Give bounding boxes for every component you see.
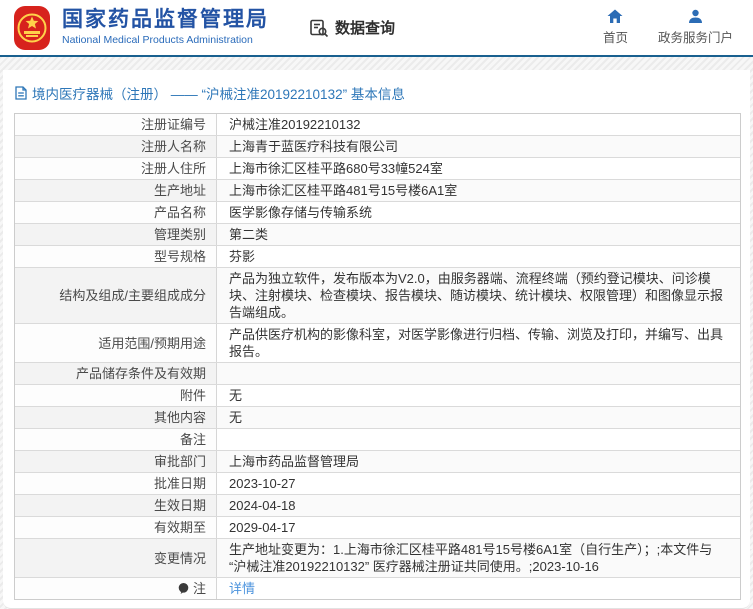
agency-brand: 国家药品监督管理局 National Medical Products Admi… <box>62 8 269 47</box>
note-row-label: 注 <box>15 578 217 599</box>
row-value <box>217 429 740 450</box>
row-label: 其他内容 <box>15 407 217 428</box>
table-row-note: 注 详情 <box>15 578 740 599</box>
note-label-text: 注 <box>192 581 206 596</box>
nav-item-home-label: 首页 <box>602 31 628 45</box>
detail-card: 境内医疗器械（注册） —— “沪械注准20192210132” 基本信息 注册证… <box>3 70 750 609</box>
header-nav: 首页 政务服务门户 <box>603 9 739 46</box>
table-row: 型号规格 芬影 <box>15 246 740 268</box>
note-row-value: 详情 <box>217 578 740 599</box>
row-value: 医学影像存储与传输系统 <box>217 202 740 223</box>
row-label: 结构及组成/主要组成成分 <box>15 268 217 323</box>
nav-item-home[interactable]: 首页 <box>603 9 628 46</box>
row-value: 上海市徐汇区桂平路481号15号楼6A1室 <box>217 180 740 201</box>
row-label: 产品储存条件及有效期 <box>15 363 217 384</box>
row-value: 产品供医疗机构的影像科室，对医学影像进行归档、传输、浏览及打印，并编写、出具报告… <box>217 324 740 362</box>
table-row: 适用范围/预期用途 产品供医疗机构的影像科室，对医学影像进行归档、传输、浏览及打印… <box>15 324 740 363</box>
table-row: 其他内容无 <box>15 407 740 429</box>
registration-detail-table: 注册证编号 沪械注准20192210132 注册人名称 上海青于蓝医疗科技有限公司 … <box>14 113 741 600</box>
row-value: 2024-04-18 <box>217 495 740 516</box>
row-value: 第二类 <box>217 224 740 245</box>
row-value: 产品为独立软件，发布版本为V2.0，由服务器端、流程终端（预约登记模块、问诊模块… <box>217 268 740 323</box>
site-header: 国家药品监督管理局 National Medical Products Admi… <box>0 0 753 57</box>
home-icon <box>607 9 623 24</box>
row-label: 备注 <box>15 429 217 450</box>
table-row: 审批部门 上海市药品监督管理局 <box>15 451 740 473</box>
data-query-label: 数据查询 <box>335 20 396 37</box>
table-row: 注册人住所 上海市徐汇区桂平路680号33幢524室 <box>15 158 740 180</box>
table-row: 生效日期 2024-04-18 <box>15 495 740 517</box>
agency-name-cn: 国家药品监督管理局 <box>62 8 269 31</box>
table-row: 有效期至 2029-04-17 <box>15 517 740 539</box>
table-row: 注册人名称 上海青于蓝医疗科技有限公司 <box>15 136 740 158</box>
agency-name-en: National Medical Products Administration <box>62 34 253 46</box>
row-label: 变更情况 <box>15 539 217 577</box>
row-value: 上海市徐汇区桂平路680号33幢524室 <box>217 158 740 179</box>
table-row: 管理类别 第二类 <box>15 224 740 246</box>
row-value: 2023-10-27 <box>217 473 740 494</box>
row-value: 沪械注准20192210132 <box>217 114 740 135</box>
nav-item-gov-portal[interactable]: 政务服务门户 <box>658 9 733 46</box>
row-label: 附件 <box>15 385 217 406</box>
page-title: 境内医疗器械（注册） —— “沪械注准20192210132” 基本信息 <box>15 83 741 103</box>
table-row: 生产地址 上海市徐汇区桂平路481号15号楼6A1室 <box>15 180 740 202</box>
row-value: 无 <box>217 385 740 406</box>
row-value: 上海青于蓝医疗科技有限公司 <box>217 136 740 157</box>
nav-item-gov-portal-label: 政务服务门户 <box>657 31 733 45</box>
document-search-icon <box>309 18 329 38</box>
note-detail-link[interactable]: 详情 <box>229 581 255 596</box>
row-value <box>217 363 740 384</box>
table-row: 批准日期 2023-10-27 <box>15 473 740 495</box>
national-emblem-logo <box>14 5 50 50</box>
comment-balloon-icon <box>177 582 190 595</box>
row-value: 生产地址变更为：1.上海市徐汇区桂平路481号15号楼6A1室（自行生产）；;本… <box>217 539 740 577</box>
data-query-button[interactable]: 数据查询 <box>309 17 395 38</box>
table-row: 注册证编号 沪械注准20192210132 <box>15 114 740 136</box>
row-label: 批准日期 <box>15 473 217 494</box>
person-icon <box>688 9 703 24</box>
table-row: 备注 <box>15 429 740 451</box>
row-value: 上海市药品监督管理局 <box>217 451 740 472</box>
table-row: 变更情况 生产地址变更为：1.上海市徐汇区桂平路481号15号楼6A1室（自行生产… <box>15 539 740 578</box>
row-label: 审批部门 <box>15 451 217 472</box>
row-label: 管理类别 <box>15 224 217 245</box>
row-label: 有效期至 <box>15 517 217 538</box>
row-label: 注册证编号 <box>15 114 217 135</box>
table-row: 结构及组成/主要组成成分 产品为独立软件，发布版本为V2.0，由服务器端、流程终端… <box>15 268 740 324</box>
table-row: 产品储存条件及有效期 <box>15 363 740 385</box>
row-label: 适用范围/预期用途 <box>15 324 217 362</box>
page-title-text: 境内医疗器械（注册） —— “沪械注准20192210132” 基本信息 <box>32 87 405 102</box>
document-icon <box>15 86 27 100</box>
row-label: 注册人住所 <box>15 158 217 179</box>
row-label: 注册人名称 <box>15 136 217 157</box>
row-label: 产品名称 <box>15 202 217 223</box>
row-value: 无 <box>217 407 740 428</box>
table-row: 附件无 <box>15 385 740 407</box>
table-row: 产品名称 医学影像存储与传输系统 <box>15 202 740 224</box>
row-label: 生产地址 <box>15 180 217 201</box>
row-value: 芬影 <box>217 246 740 267</box>
row-label: 生效日期 <box>15 495 217 516</box>
row-label: 型号规格 <box>15 246 217 267</box>
row-value: 2029-04-17 <box>217 517 740 538</box>
